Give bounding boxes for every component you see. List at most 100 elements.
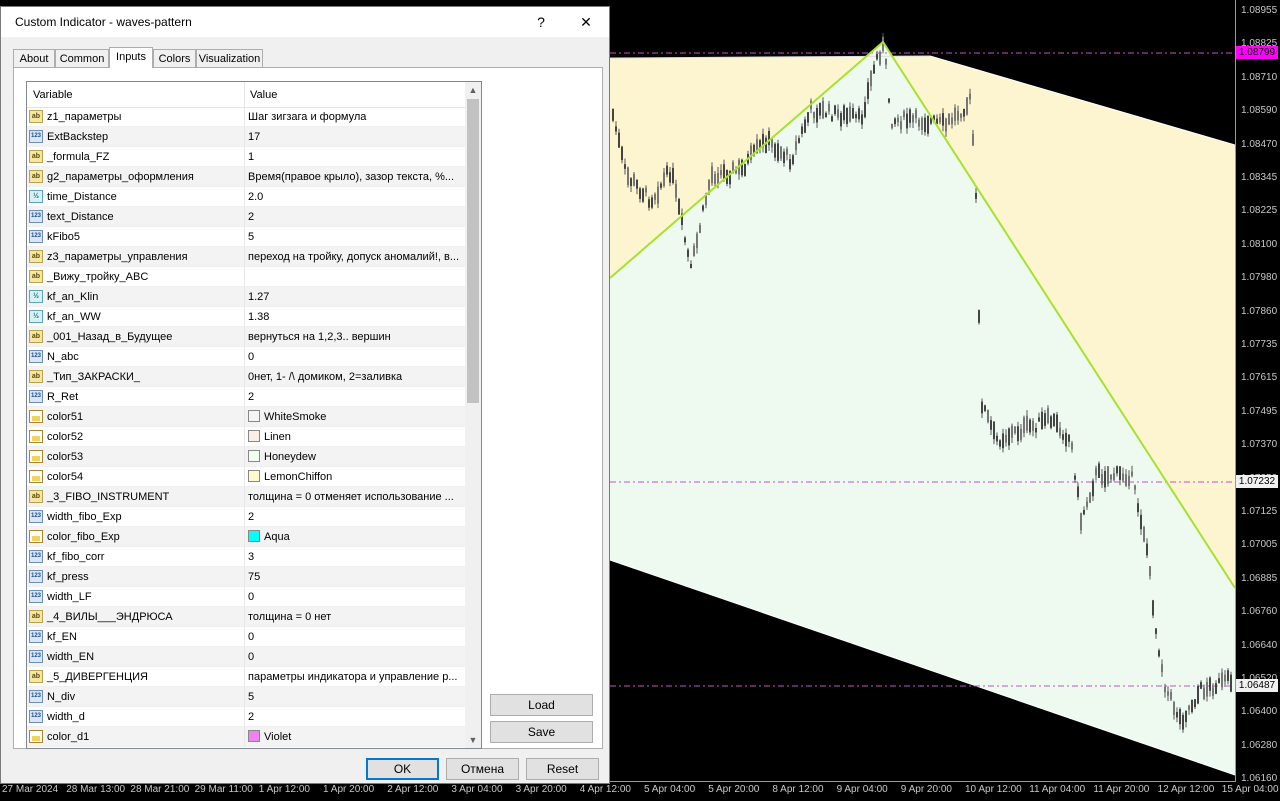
variable-value[interactable]: 0 [248, 591, 462, 603]
input-row[interactable]: ab _formula_FZ 1 [27, 147, 465, 167]
color-swatch[interactable] [248, 410, 260, 422]
input-row[interactable]: ab _5_ДИВЕРГЕНЦИЯ параметры индикатора и у… [27, 667, 465, 687]
variable-value[interactable]: вернуться на 1,2,3.. вершин [248, 331, 462, 343]
input-row[interactable]: 123 width_fibo_Exp 2 [27, 507, 465, 527]
tab-about[interactable]: About [13, 49, 55, 67]
variable-value[interactable]: 0 [248, 651, 462, 663]
close-button[interactable]: ✕ [575, 11, 597, 33]
variable-name: _Вижу_тройку_ABC [47, 271, 149, 283]
candle-body [1182, 714, 1184, 730]
color-swatch[interactable] [248, 450, 260, 462]
scroll-down-arrow-icon[interactable]: ▼ [465, 732, 481, 748]
input-row[interactable]: 123 N_abc 0 [27, 347, 465, 367]
variable-value[interactable]: 3 [248, 551, 462, 563]
tab-colors[interactable]: Colors [153, 49, 196, 67]
input-row[interactable]: 123 N_div 5 [27, 687, 465, 707]
ok-button[interactable]: OK [366, 758, 439, 780]
input-row[interactable]: 123 width_EN 0 [27, 647, 465, 667]
reset-button[interactable]: Reset [526, 758, 599, 780]
cancel-button[interactable]: Отмена [446, 758, 519, 780]
tab-inputs[interactable]: Inputs [109, 47, 153, 68]
variable-value[interactable]: Aqua [264, 531, 478, 543]
input-row[interactable]: color_fibo_Exp Aqua [27, 527, 465, 547]
dialog-titlebar[interactable]: Custom Indicator - waves-pattern ? ✕ [1, 7, 609, 37]
input-row[interactable]: ½ time_Distance 2.0 [27, 187, 465, 207]
input-row[interactable]: ½ kf_an_Klin 1.27 [27, 287, 465, 307]
scrollbar-thumb[interactable] [467, 99, 479, 403]
input-row[interactable]: ab z1_параметры Шаг зигзага и формула [27, 107, 465, 127]
grid-scrollbar[interactable]: ▲ ▼ [465, 82, 481, 748]
variable-value[interactable]: 2 [248, 391, 462, 403]
input-row[interactable]: 123 ExtBackstep 17 [27, 127, 465, 147]
input-row[interactable]: 123 text_Distance 2 [27, 207, 465, 227]
help-button[interactable]: ? [530, 11, 552, 33]
variable-value[interactable]: 0 [248, 351, 462, 363]
variable-value[interactable]: LemonChiffon [264, 471, 478, 483]
input-row[interactable]: color51 WhiteSmoke [27, 407, 465, 427]
variable-value[interactable]: 2.0 [248, 191, 462, 203]
variable-value[interactable]: параметры индикатора и управление р... [248, 671, 462, 683]
variable-value[interactable]: Время(правое крыло), зазор текста, %... [248, 171, 462, 183]
double-type-icon: ½ [29, 310, 43, 323]
column-variable-header[interactable]: Variable [33, 89, 73, 101]
color-swatch[interactable] [248, 530, 260, 542]
input-row[interactable]: ab _001_Назад_в_Будущее вернуться на 1,2,… [27, 327, 465, 347]
save-button[interactable]: Save [490, 721, 593, 743]
variable-value[interactable]: Шаг зигзага и формула [248, 111, 462, 123]
variable-value[interactable]: 1 [248, 151, 462, 163]
variable-value[interactable]: Linen [264, 431, 478, 443]
color-swatch[interactable] [248, 470, 260, 482]
variable-value[interactable]: 2 [248, 711, 462, 723]
variable-value[interactable]: переход на тройку, допуск аномалий!, в..… [248, 251, 462, 263]
candle-body [1023, 417, 1025, 434]
grid-header: Variable Value [27, 82, 465, 108]
variable-value[interactable]: WhiteSmoke [264, 411, 478, 423]
variable-name: color53 [47, 451, 84, 463]
tab-common[interactable]: Common [55, 49, 109, 67]
variable-value[interactable]: 2 [248, 511, 462, 523]
input-row[interactable]: color_d1 Violet [27, 727, 465, 747]
variable-value[interactable]: 2 [248, 211, 462, 223]
input-row[interactable]: 123 kf_press 75 [27, 567, 465, 587]
column-value-header[interactable]: Value [250, 89, 277, 101]
variable-value[interactable]: 5 [248, 691, 462, 703]
time-tick-label: 5 Apr 20:00 [708, 784, 760, 795]
variable-value[interactable]: 75 [248, 571, 462, 583]
input-row[interactable]: 123 kf_EN 0 [27, 627, 465, 647]
color-swatch[interactable] [248, 430, 260, 442]
variable-value[interactable]: 1.38 [248, 311, 462, 323]
scroll-up-arrow-icon[interactable]: ▲ [465, 82, 481, 98]
input-row[interactable]: ab z3_параметры_управления переход на трой… [27, 247, 465, 267]
color-swatch[interactable] [248, 730, 260, 742]
variable-value[interactable]: Honeydew [264, 451, 478, 463]
variable-value[interactable]: толщина = 0 отменяет использование ... [248, 491, 462, 503]
input-row[interactable]: 123 width_d 2 [27, 707, 465, 727]
load-button[interactable]: Load [490, 694, 593, 716]
variable-value[interactable]: Violet [264, 731, 478, 743]
input-row[interactable]: 123 R_Ret 2 [27, 387, 465, 407]
input-row[interactable]: ab _4_ВИЛЫ___ЭНДРЮСА толщина = 0 нет [27, 607, 465, 627]
variable-value[interactable]: 17 [248, 131, 462, 143]
input-row[interactable]: 123 kf_fibo_corr 3 [27, 547, 465, 567]
variable-value[interactable]: 1.27 [248, 291, 462, 303]
tab-visualization[interactable]: Visualization [196, 49, 263, 67]
variable-value[interactable]: 0 [248, 631, 462, 643]
candle-body [1134, 485, 1136, 490]
candle-body [1059, 427, 1061, 436]
input-row[interactable]: ½ kf_an_WW 1.38 [27, 307, 465, 327]
input-row[interactable]: color52 Linen [27, 427, 465, 447]
column-divider[interactable] [244, 82, 245, 107]
price-level-badge: 1.06487 [1236, 679, 1278, 692]
variable-value[interactable]: 0нет, 1- /\ домиком, 2=заливка [248, 371, 462, 383]
input-row[interactable]: ab g2_параметры_оформления Время(правое кр… [27, 167, 465, 187]
input-row[interactable]: 123 kFibo5 5 [27, 227, 465, 247]
input-row[interactable]: color53 Honeydew [27, 447, 465, 467]
variable-value[interactable]: толщина = 0 нет [248, 611, 462, 623]
candle-body [912, 114, 914, 123]
input-row[interactable]: 123 width_LF 0 [27, 587, 465, 607]
variable-value[interactable]: 5 [248, 231, 462, 243]
input-row[interactable]: color54 LemonChiffon [27, 467, 465, 487]
input-row[interactable]: ab _3_FIBO_INSTRUMENT толщина = 0 отменяет… [27, 487, 465, 507]
input-row[interactable]: ab _Вижу_тройку_ABC [27, 267, 465, 287]
input-row[interactable]: ab _Тип_ЗАКРАСКИ_ 0нет, 1- /\ домиком, 2=з… [27, 367, 465, 387]
